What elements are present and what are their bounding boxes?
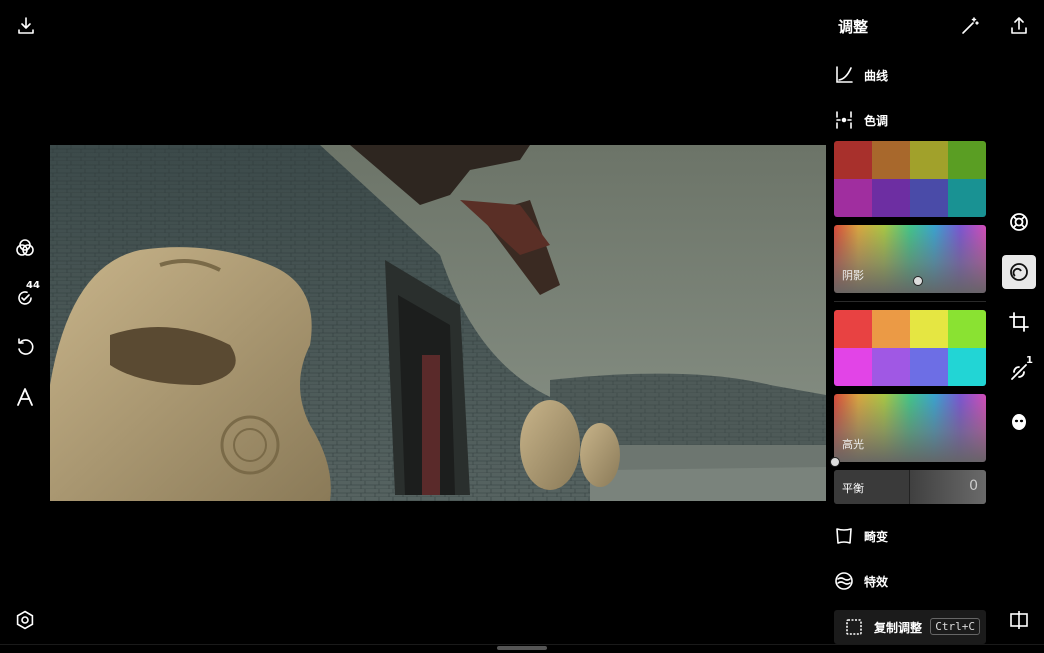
edit-count-badge: 44: [26, 280, 40, 291]
highlight-swatch[interactable]: [910, 348, 948, 386]
highlights-color-wheel[interactable]: 高光: [834, 394, 986, 462]
curves-label: 曲线: [864, 68, 889, 83]
highlight-swatch[interactable]: [948, 310, 986, 348]
shadow-swatch[interactable]: [948, 141, 986, 179]
lifebuoy-icon[interactable]: [1007, 210, 1031, 234]
divider: [834, 301, 986, 302]
settings-icon[interactable]: [13, 608, 37, 632]
effects-icon: [834, 571, 854, 591]
balance-slider[interactable]: 平衡 0: [834, 470, 986, 504]
highlight-swatch[interactable]: [948, 348, 986, 386]
copy-adjustments-button[interactable]: 复制调整 Ctrl+C: [834, 610, 986, 644]
copy-shortcut: Ctrl+C: [930, 618, 980, 635]
tone-icon: [834, 110, 854, 130]
balance-label: 平衡: [842, 482, 864, 495]
shadow-swatch[interactable]: [834, 179, 872, 217]
effects-label: 特效: [864, 574, 889, 589]
download-icon[interactable]: [14, 14, 38, 38]
shadows-label: 阴影: [842, 269, 864, 282]
shadow-swatch[interactable]: [872, 179, 910, 217]
tone-label: 色调: [864, 113, 889, 128]
copy-label: 复制调整: [874, 620, 923, 635]
shadow-swatch[interactable]: [948, 179, 986, 217]
highlight-swatch[interactable]: [872, 310, 910, 348]
shadow-swatch[interactable]: [910, 179, 948, 217]
shadow-swatch[interactable]: [834, 141, 872, 179]
highlight-swatch[interactable]: [872, 348, 910, 386]
shadows-color-wheel[interactable]: 阴影: [834, 225, 986, 293]
bottom-border: [0, 644, 1044, 645]
balance-value: 0: [969, 478, 978, 494]
share-icon[interactable]: [1007, 14, 1031, 38]
adjust-icon[interactable]: [1007, 260, 1031, 284]
auto-enhance-icon[interactable]: [958, 14, 982, 38]
crop-icon[interactable]: [1007, 310, 1031, 334]
highlight-swatch-grid[interactable]: [834, 310, 986, 386]
home-indicator[interactable]: [497, 646, 547, 650]
shadow-swatch-grid[interactable]: [834, 141, 986, 217]
highlight-swatch[interactable]: [834, 348, 872, 386]
curves-icon: [834, 65, 854, 85]
panel-title: 调整: [838, 18, 869, 36]
copy-icon: [844, 617, 864, 637]
retouch-count-badge: 1: [1026, 355, 1033, 366]
highlights-label: 高光: [842, 438, 864, 451]
distortion-label: 畸变: [864, 529, 889, 544]
color-mix-icon[interactable]: [13, 236, 37, 260]
highlight-swatch[interactable]: [834, 310, 872, 348]
effects-row[interactable]: 特效: [834, 568, 986, 594]
undo-icon[interactable]: [13, 335, 37, 359]
distortion-row[interactable]: 畸变: [834, 523, 986, 549]
shadow-swatch[interactable]: [872, 141, 910, 179]
balance-center: [909, 470, 910, 504]
compare-icon[interactable]: [1007, 608, 1031, 632]
photo-canvas[interactable]: [50, 145, 826, 501]
highlights-knob[interactable]: [830, 457, 840, 467]
face-icon[interactable]: [1007, 410, 1031, 434]
text-icon[interactable]: [13, 385, 37, 409]
shadows-knob[interactable]: [913, 276, 923, 286]
shadow-swatch[interactable]: [910, 141, 948, 179]
tone-row[interactable]: 色调: [834, 107, 986, 133]
curves-row[interactable]: 曲线: [834, 62, 986, 88]
distortion-icon: [834, 526, 854, 546]
highlight-swatch[interactable]: [910, 310, 948, 348]
